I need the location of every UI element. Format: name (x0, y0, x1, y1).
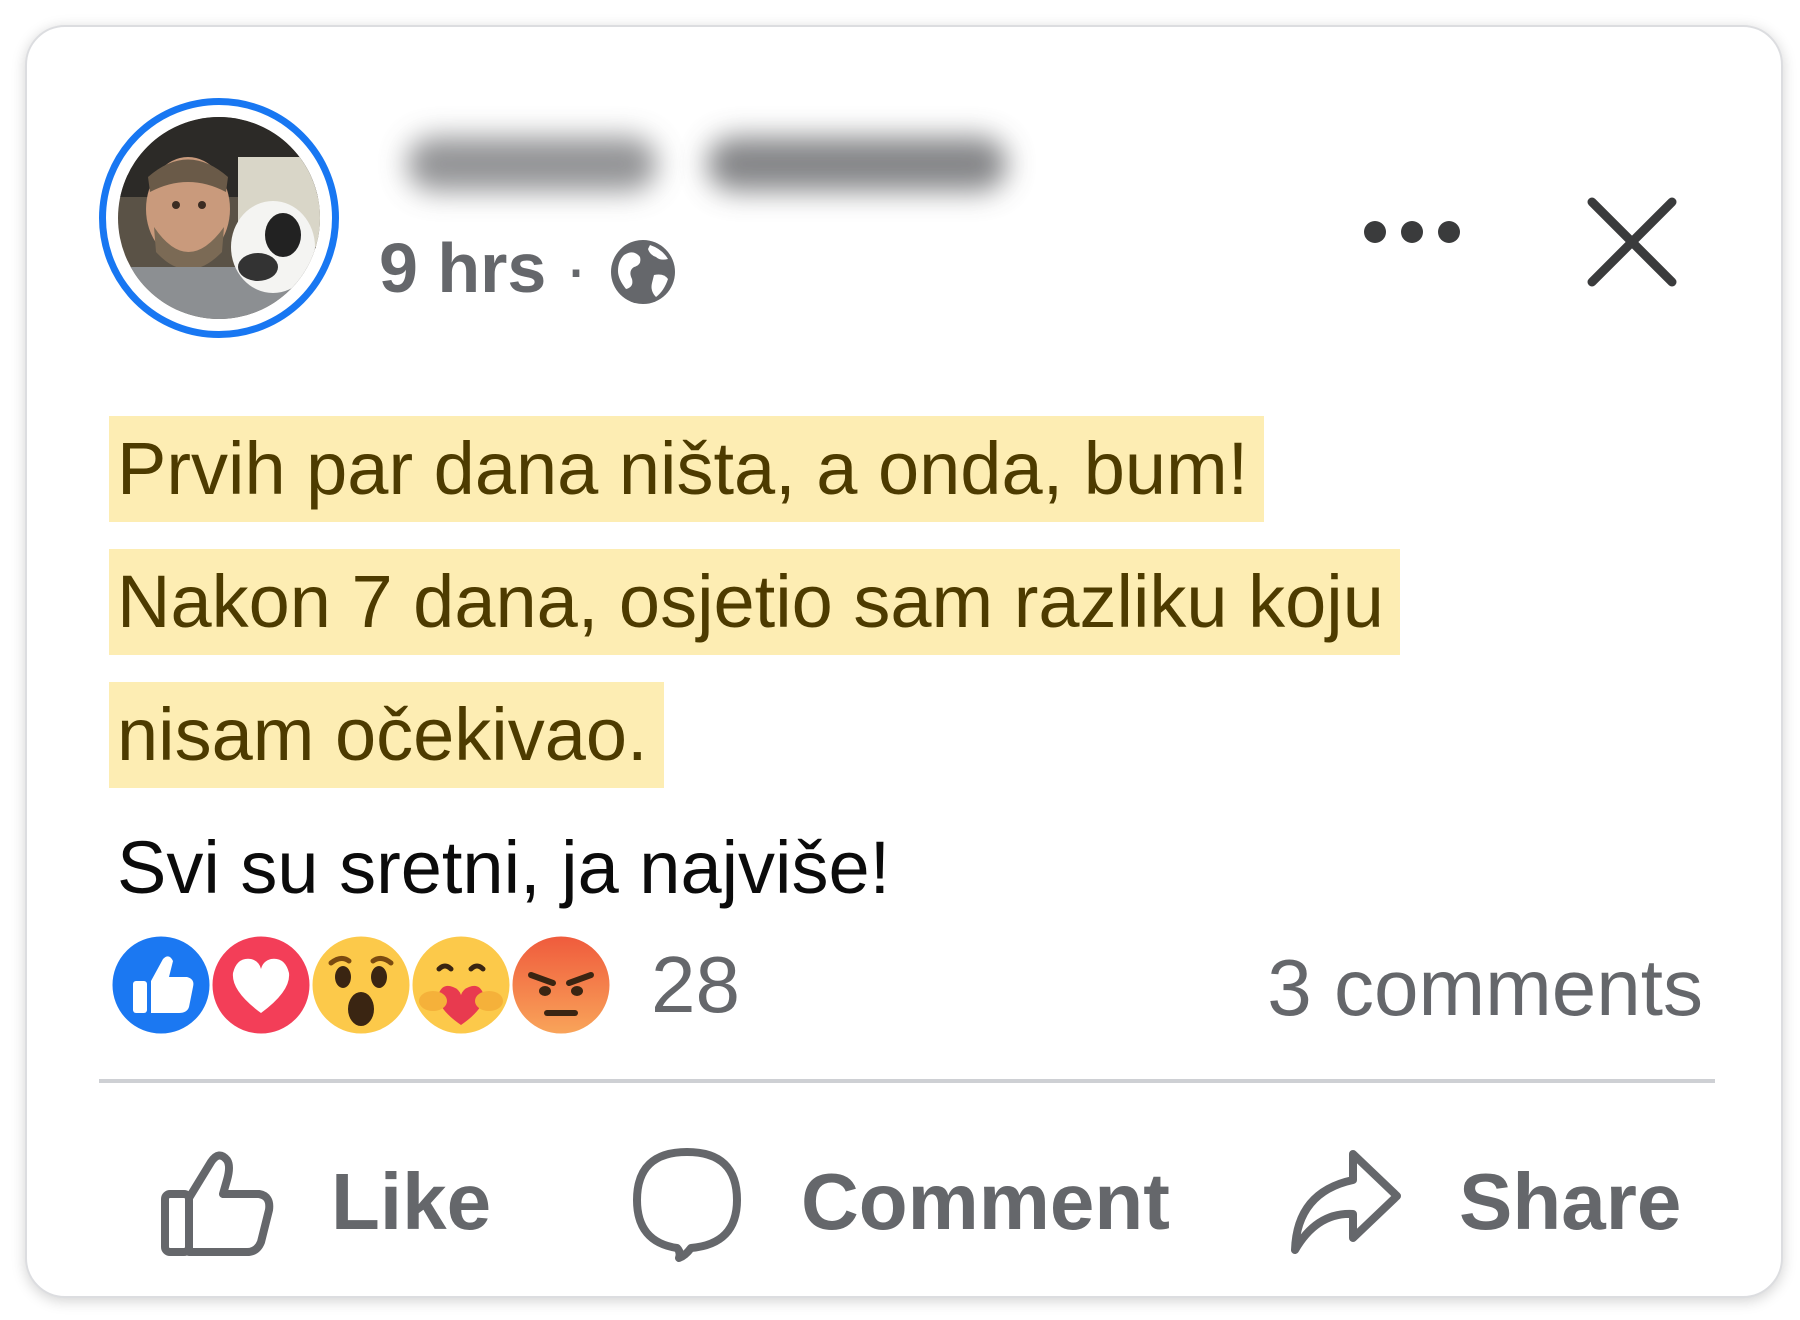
post-text-line: Svi su sretni, ja najviše! (117, 826, 891, 909)
share-arrow-icon (1291, 1150, 1401, 1254)
meta-separator: · (564, 229, 588, 307)
post-meta: 9 hrs · (379, 227, 680, 309)
comments-count[interactable]: 3 comments (1267, 942, 1703, 1034)
comment-bubble-icon (633, 1148, 741, 1262)
comment-label: Comment (801, 1157, 1170, 1246)
highlighted-line: Nakon 7 dana, osjetio sam razliku koju (109, 549, 1400, 655)
post-text: Prvih par dana ništa, a onda, bum! Nakon… (109, 407, 1717, 930)
author-name-blurred[interactable] (387, 127, 1047, 197)
care-reaction-icon (409, 933, 513, 1037)
thumbs-up-icon (161, 1151, 274, 1256)
avatar-photo (118, 117, 320, 319)
like-reaction-icon (109, 933, 213, 1037)
globe-icon (606, 235, 680, 309)
divider (99, 1079, 1715, 1083)
reactions-summary[interactable]: 28 (109, 933, 740, 1037)
reaction-count[interactable]: 28 (651, 939, 740, 1031)
highlighted-line: nisam očekivao. (109, 682, 664, 788)
angry-reaction-icon (509, 933, 613, 1037)
close-icon[interactable] (1582, 192, 1682, 292)
author-avatar[interactable] (99, 98, 339, 338)
wow-reaction-icon (309, 933, 413, 1037)
post-timestamp[interactable]: 9 hrs (379, 228, 546, 308)
love-reaction-icon (209, 933, 313, 1037)
more-options-icon[interactable] (1357, 202, 1467, 262)
action-bar: Like Comment Share (27, 1127, 1781, 1277)
like-button[interactable]: Like (155, 1127, 491, 1277)
share-button[interactable]: Share (1283, 1127, 1681, 1277)
post-card: 9 hrs · Prvih par dana ništa, a onda, bu… (25, 25, 1783, 1298)
highlighted-line: Prvih par dana ništa, a onda, bum! (109, 416, 1265, 522)
author-name (387, 127, 1047, 197)
share-label: Share (1459, 1157, 1682, 1246)
like-label: Like (331, 1157, 492, 1246)
comment-button[interactable]: Comment (625, 1127, 1170, 1277)
